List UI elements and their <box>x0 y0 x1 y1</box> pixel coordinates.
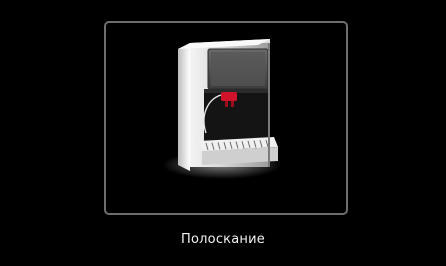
coffee-machine-rinse-icon <box>164 39 282 179</box>
illustration-frame <box>104 21 348 215</box>
status-caption: Полоскание <box>181 232 265 247</box>
rinse-status-screen: Полоскание <box>0 0 446 266</box>
